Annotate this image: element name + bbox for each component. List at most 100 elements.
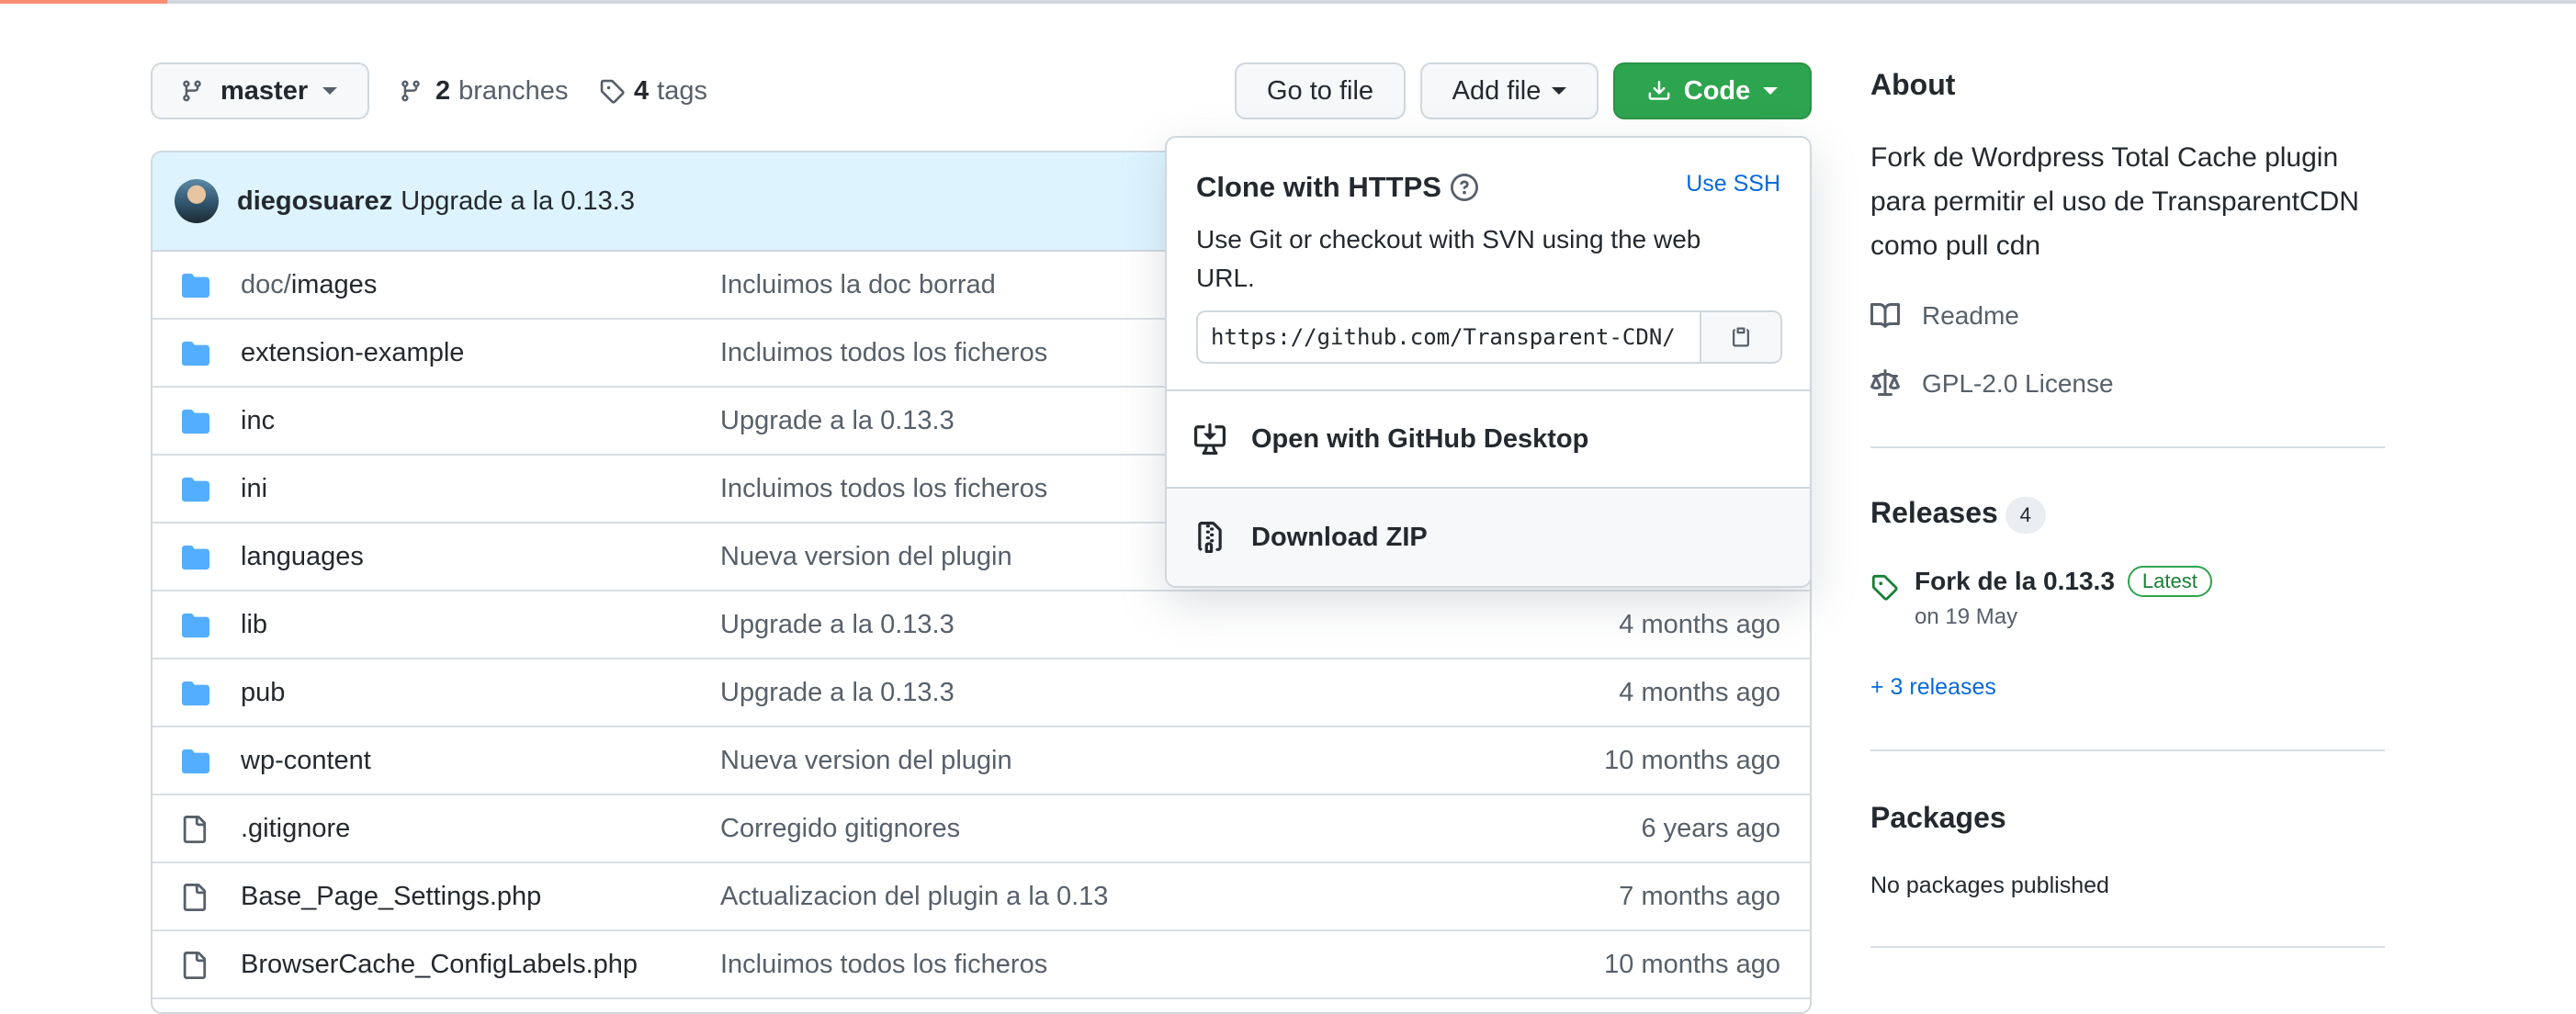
file-name-text[interactable]: extension-example (241, 338, 464, 367)
file-name[interactable]: ini (241, 474, 267, 504)
release-title-row: Fork de la 0.13.3 Latest (1915, 566, 2212, 597)
commit-message-link[interactable]: Incluimos todos los ficheros (720, 338, 1047, 368)
desktop-download-icon (1194, 423, 1226, 455)
packages-heading[interactable]: Packages (1870, 801, 2006, 835)
commit-author[interactable]: diegosuarez (237, 186, 392, 217)
file-name[interactable]: BrowserCache_ConfigLabels.php (241, 950, 638, 980)
table-row[interactable]: wp-content Nueva version del plugin 10 mon… (153, 727, 1810, 795)
book-icon (1870, 301, 1900, 331)
file-name[interactable]: extension-example (241, 338, 464, 368)
use-ssh-link[interactable]: Use SSH (1686, 171, 1780, 197)
go-to-file-label: Go to file (1266, 75, 1374, 106)
active-tab-underline (0, 0, 167, 4)
commit-age: 7 months ago (1619, 882, 1780, 911)
tag-icon (1870, 573, 1898, 601)
file-name[interactable]: wp-content (241, 746, 371, 776)
avatar[interactable] (175, 179, 219, 223)
commit-message-link[interactable]: Incluimos la doc borrad (720, 270, 996, 300)
license-label: GPL-2.0 License (1922, 369, 2114, 398)
table-row[interactable]: lib Upgrade a la 0.13.3 4 months ago (153, 592, 1810, 659)
sidebar-divider (1870, 446, 2385, 448)
tags-count: 4 (634, 75, 650, 106)
file-name[interactable]: inc (241, 406, 275, 436)
readme-link[interactable]: Readme (1870, 301, 2019, 331)
branches-label: branches (458, 75, 569, 106)
repo-description: Fork de Wordpress Total Cache plugin par… (1870, 142, 2359, 261)
branch-select-button[interactable]: master (151, 62, 369, 119)
commit-message-link[interactable]: Upgrade a la 0.13.3 (720, 610, 955, 640)
latest-badge: Latest (2127, 566, 2212, 597)
commit-age: 4 months ago (1619, 610, 1780, 639)
commit-message-link[interactable]: Incluimos todos los ficheros (720, 950, 1047, 980)
file-name-text[interactable]: images (291, 270, 378, 299)
commit-message[interactable]: Upgrade a la 0.13.3 (401, 186, 635, 217)
clone-title: Clone with HTTPS (1196, 171, 1441, 203)
sidebar-divider (1870, 946, 2385, 948)
commit-message-link[interactable]: Upgrade a la 0.13.3 (720, 678, 955, 708)
open-desktop-label: Open with GitHub Desktop (1251, 423, 1589, 454)
file-icon (180, 884, 208, 911)
clone-url-input[interactable] (1196, 310, 1700, 364)
folder-icon (180, 612, 211, 639)
releases-heading-label: Releases (1870, 496, 1998, 529)
go-to-file-button[interactable]: Go to file (1235, 62, 1406, 119)
download-zip-item[interactable]: Download ZIP (1167, 489, 1810, 586)
folder-icon (180, 544, 211, 571)
commit-message-link[interactable]: Nueva version del plugin (720, 542, 1012, 572)
add-file-button[interactable]: Add file (1420, 62, 1599, 119)
release-title[interactable]: Fork de la 0.13.3 (1915, 567, 2115, 596)
latest-release[interactable]: Fork de la 0.13.3 Latest on 19 May (1870, 566, 2212, 630)
commit-message-link[interactable]: Upgrade a la 0.13.3 (720, 406, 955, 436)
file-name[interactable]: languages (241, 542, 364, 572)
table-row[interactable]: .gitignore Corregido gitignores 6 years ag… (153, 795, 1810, 863)
file-name-text[interactable]: Base_Page_Settings.php (241, 882, 541, 911)
folder-icon (180, 272, 211, 299)
file-name-text[interactable]: .gitignore (241, 814, 350, 843)
file-name-text[interactable]: inc (241, 406, 275, 435)
code-label: Code (1683, 75, 1751, 106)
sidebar-divider (1870, 749, 2385, 751)
releases-heading[interactable]: Releases 4 (1870, 496, 2046, 534)
file-icon (180, 952, 208, 979)
table-row[interactable]: BrowserCache_ConfigLabels.php Incluimos t… (153, 931, 1810, 999)
more-releases-link[interactable]: + 3 releases (1870, 674, 1996, 701)
copy-url-button[interactable] (1700, 310, 1782, 364)
file-name-text[interactable]: pub (241, 678, 285, 707)
file-name-text[interactable]: BrowserCache_ConfigLabels.php (241, 950, 638, 979)
file-name-prefix[interactable]: doc/ (241, 270, 291, 299)
download-zip-label: Download ZIP (1251, 522, 1428, 552)
file-name[interactable]: doc/images (241, 270, 377, 300)
tags-link[interactable]: 4 tags (599, 62, 707, 119)
table-row[interactable]: Base_Page_Settings.php Actualizacion del … (153, 863, 1810, 931)
branch-name: master (220, 75, 309, 106)
file-name-text[interactable]: lib (241, 610, 267, 639)
license-link[interactable]: GPL-2.0 License (1870, 369, 2114, 399)
file-name[interactable]: lib (241, 610, 267, 640)
branches-link[interactable]: 2 branches (399, 62, 568, 119)
table-row[interactable]: pub Upgrade a la 0.13.3 4 months ago (153, 659, 1810, 727)
release-date: on 19 May (1915, 604, 2018, 629)
file-name-text[interactable]: ini (241, 474, 267, 503)
question-icon[interactable] (1450, 174, 1478, 201)
commit-message-link[interactable]: Incluimos todos los ficheros (720, 474, 1047, 504)
chevron-down-icon (1763, 87, 1779, 95)
about-heading: About (1870, 68, 1956, 101)
top-divider (0, 0, 2576, 4)
file-name-text[interactable]: languages (241, 542, 364, 571)
branches-count: 2 (435, 75, 451, 106)
commit-age: 6 years ago (1641, 814, 1780, 843)
code-button[interactable]: Code (1613, 62, 1812, 119)
add-file-label: Add file (1452, 75, 1542, 106)
open-github-desktop-item[interactable]: Open with GitHub Desktop (1167, 391, 1810, 489)
commit-message-link[interactable]: Actualizacion del plugin a la 0.13 (720, 882, 1108, 912)
file-name-text[interactable]: wp-content (241, 746, 371, 775)
tags-label: tags (657, 75, 707, 106)
file-name[interactable]: pub (241, 678, 285, 708)
no-packages-text: No packages published (1870, 873, 2109, 898)
commit-message-link[interactable]: Corregido gitignores (720, 814, 960, 844)
folder-icon (180, 748, 211, 775)
commit-message-link[interactable]: Nueva version del plugin (720, 746, 1012, 776)
file-name[interactable]: Base_Page_Settings.php (241, 882, 541, 912)
git-branch-icon (180, 79, 204, 103)
file-name[interactable]: .gitignore (241, 814, 350, 844)
